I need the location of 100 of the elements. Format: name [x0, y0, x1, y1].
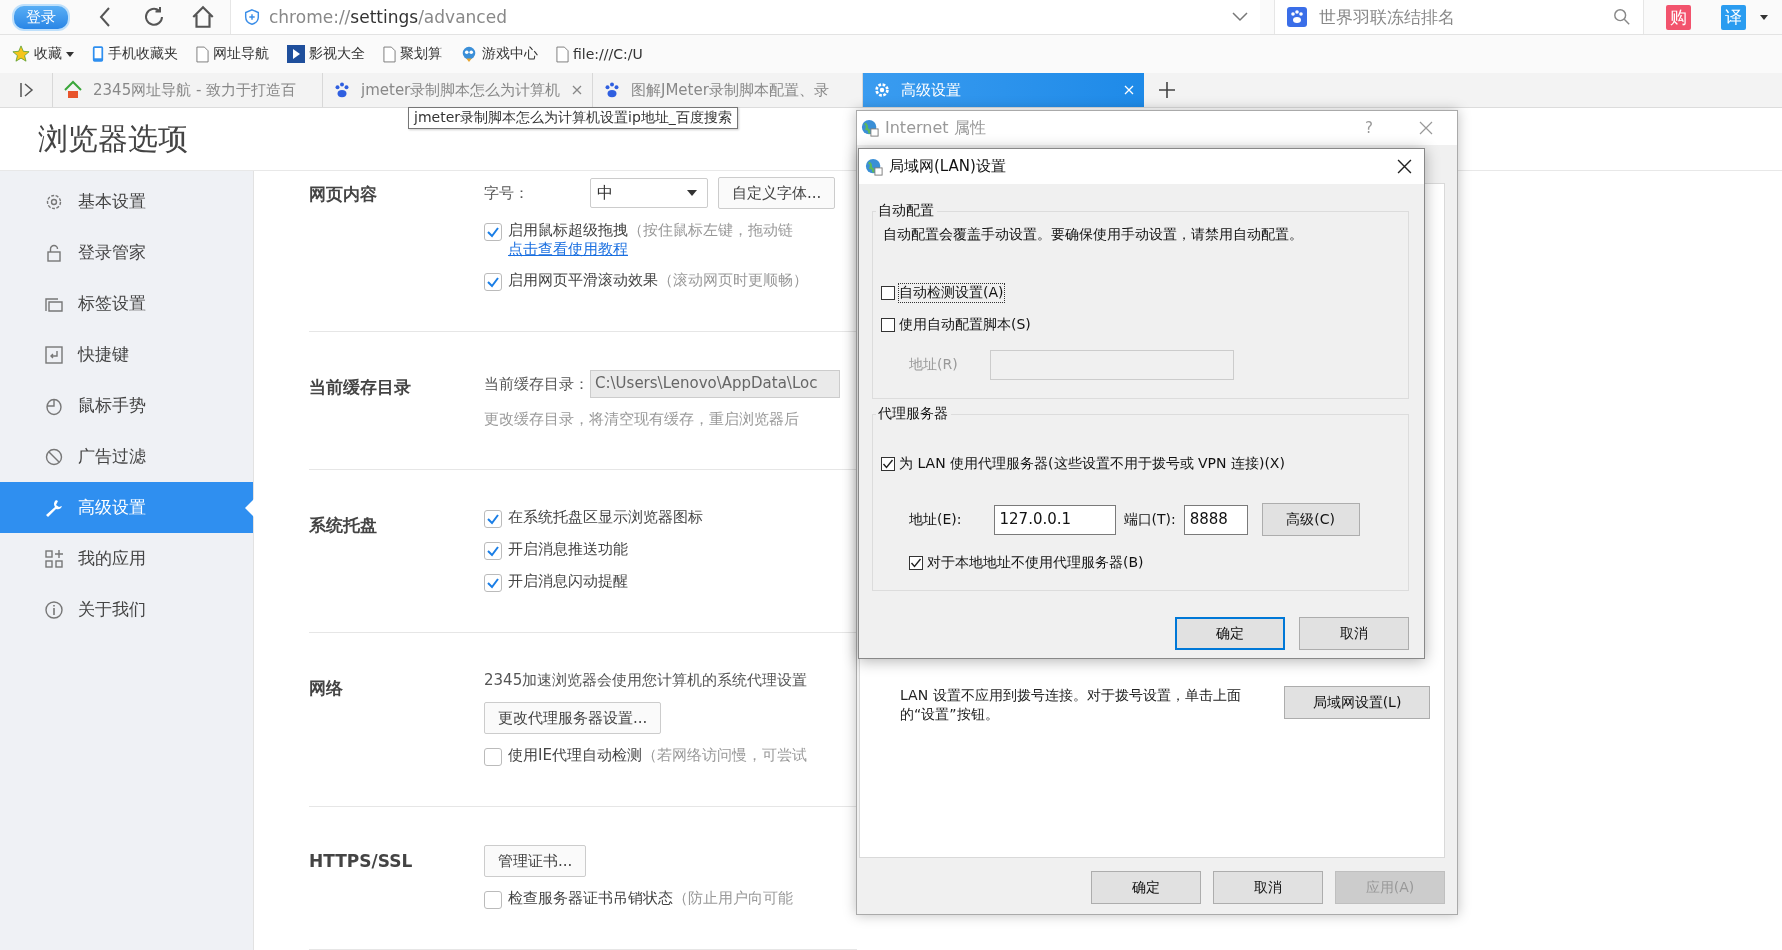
sidebar-toggle-icon[interactable] [20, 82, 34, 98]
field-label: 地址(R) [909, 356, 958, 374]
checkbox-label: 开启消息闪动提醒 [508, 572, 628, 591]
page-icon [556, 45, 569, 63]
proxy-address-field[interactable]: 127.0.0.1 [993, 504, 1116, 535]
checkbox[interactable] [484, 748, 502, 766]
advanced-button[interactable]: 高级(C) [1261, 503, 1360, 536]
sidebar-item[interactable]: 鼠标手势 [0, 380, 253, 431]
section-title: 系统托盘 [309, 514, 378, 537]
port-field[interactable]: 8888 [1183, 504, 1248, 535]
sidebar-item[interactable]: 关于我们 [0, 584, 253, 635]
description-text: 自动配置会覆盖手动设置。要确保使用手动设置，请禁用自动配置。 [882, 226, 1304, 244]
search-bar[interactable]: 世界羽联冻结排名 [1274, 0, 1644, 34]
search-field[interactable]: 世界羽联冻结排名 [1317, 6, 1603, 28]
url-text: chrome://settings/advanced [269, 7, 508, 27]
bird-icon [460, 45, 478, 63]
checkbox-label: 为 LAN 使用代理服务器(这些设置不用于拨号或 VPN 连接)(X) [899, 455, 1285, 473]
sidebar-item[interactable]: 我的应用 [0, 533, 253, 584]
close-icon[interactable] [1397, 159, 1412, 174]
film-icon [287, 45, 305, 63]
checkbox-label: 开启消息推送功能 [508, 540, 628, 559]
checkbox[interactable] [484, 273, 502, 291]
bookmark-link[interactable]: 手机收藏夹 [108, 45, 178, 63]
checkbox-label: 自动检测设置(A) [899, 284, 1004, 302]
phone-icon [92, 45, 104, 63]
bookmark-link[interactable]: file:///C:/U [573, 46, 643, 62]
checkbox-label: 检查服务器证书吊销状态（防止用户向可能 [508, 889, 793, 908]
caret-icon[interactable] [66, 51, 74, 57]
bookmark-link[interactable]: 网址导航 [213, 45, 269, 63]
house-icon [63, 80, 83, 100]
checkbox-label: 使用自动配置脚本(S) [899, 316, 1031, 334]
field-label: 地址(E): [909, 510, 962, 529]
sidebar-item[interactable]: 登录管家 [0, 227, 253, 278]
cache-path-field[interactable]: C:\Users\Lenovo\AppData\Loc [590, 370, 840, 398]
checkbox[interactable] [484, 574, 502, 592]
description-text: 2345加速浏览器会使用您计算机的系统代理设置 [484, 671, 808, 690]
section-title: 网页内容 [309, 183, 378, 206]
custom-font-button[interactable]: 自定义字体... [718, 177, 836, 209]
info-icon [44, 599, 64, 620]
caret-icon [687, 190, 697, 196]
tab-tooltip: jmeter录制脚本怎么为计算机设置ip地址_百度搜索 [408, 107, 738, 129]
checkbox-label: 在系统托盘区显示浏览器图标 [508, 508, 703, 527]
field-label: 字号： [484, 183, 530, 203]
globe-icon [861, 119, 879, 137]
hint-text: 更改缓存目录，将清空现有缓存，重启浏览器后 [484, 410, 800, 429]
bookmark-link[interactable]: 聚划算 [400, 45, 442, 63]
checkbox[interactable] [881, 318, 895, 332]
settings-button[interactable]: 管理证书... [484, 845, 587, 877]
sidebar-item[interactable]: 广告过滤 [0, 431, 253, 482]
sidebar-item[interactable]: 标签设置 [0, 278, 253, 329]
section-title: 当前缓存目录 [309, 376, 412, 399]
tutorial-link[interactable]: 点击查看使用教程 [508, 240, 628, 259]
page-icon [383, 45, 396, 63]
grid-icon [44, 548, 64, 569]
lock-icon [44, 242, 64, 263]
section-title: 网络 [309, 677, 344, 700]
checkbox[interactable] [484, 510, 502, 528]
page-icon [196, 45, 209, 63]
checkbox[interactable] [484, 891, 502, 909]
page-title: 浏览器选项 [38, 119, 188, 158]
checkbox-label: 启用鼠标超级拖拽（按住鼠标左键，拖动链 [508, 221, 793, 240]
checkbox[interactable] [909, 556, 923, 570]
checkbox-label: 启用网页平滑滚动效果（滚动网页时更顺畅） [508, 271, 808, 290]
sidebar-item[interactable]: 快捷键 [0, 329, 253, 380]
bookmark-link[interactable]: 游戏中心 [482, 45, 538, 63]
paw-icon [603, 81, 621, 99]
settings-button[interactable]: 更改代理服务器设置... [484, 702, 662, 734]
checkbox[interactable] [484, 542, 502, 560]
checkbox[interactable] [881, 286, 895, 300]
reload-icon[interactable] [142, 5, 166, 29]
bookmark-link[interactable]: 影视大全 [309, 45, 365, 63]
gear-icon [873, 81, 891, 99]
window-title: Internet 属性 [885, 117, 987, 139]
search-icon[interactable] [1613, 8, 1631, 26]
globe-icon [865, 157, 883, 176]
star-icon [12, 45, 30, 63]
shield-icon [243, 8, 261, 26]
keyboard-icon [44, 344, 64, 365]
field-label: 端口(T): [1123, 510, 1176, 529]
font-size-select[interactable]: 中 [590, 178, 708, 208]
lan-settings-button[interactable]: 局域网设置(L) [1284, 686, 1430, 719]
address-bar[interactable]: chrome://settings/advanced [230, 0, 1260, 34]
dialog-button[interactable]: 取消 [1299, 617, 1409, 650]
wrench-icon [44, 497, 64, 518]
group-title: 代理服务器 [877, 405, 949, 423]
paw-icon [1287, 7, 1307, 27]
checkbox[interactable] [881, 457, 895, 471]
script-address-field[interactable] [989, 350, 1234, 380]
paw-icon [333, 81, 351, 99]
checkbox[interactable] [484, 223, 502, 241]
dialog-button[interactable]: 确定 [1091, 871, 1201, 904]
dialog-button[interactable]: 确定 [1175, 617, 1285, 650]
chevron-down-icon[interactable] [1232, 12, 1248, 22]
bookmark-link[interactable]: 收藏 [34, 45, 62, 63]
sidebar-item[interactable]: 基本设置 [0, 176, 253, 227]
caret-icon[interactable] [1760, 14, 1768, 20]
checkbox-label: 对于本地地址不使用代理服务器(B) [927, 554, 1144, 572]
home-icon[interactable] [190, 4, 216, 30]
dialog-button[interactable]: 取消 [1213, 871, 1323, 904]
new-tab-icon[interactable] [1158, 81, 1176, 99]
